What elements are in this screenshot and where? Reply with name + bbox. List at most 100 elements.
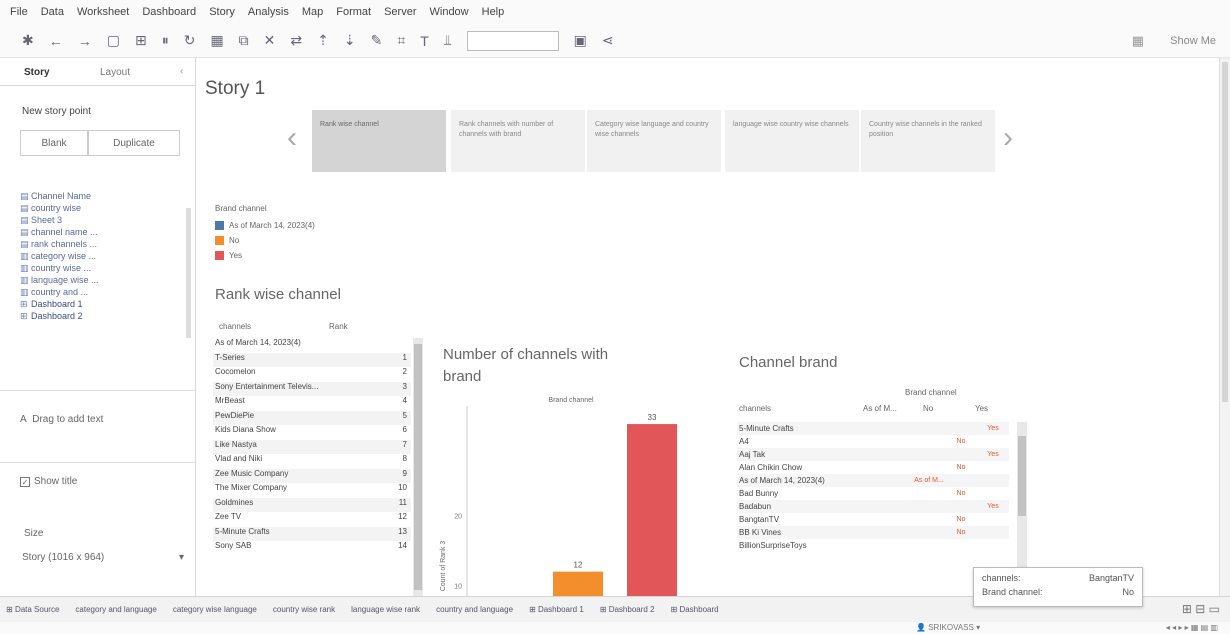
fix-axes-icon[interactable]: ⫫ <box>444 32 452 49</box>
sheet-tab[interactable]: category wise language <box>173 605 257 614</box>
new-sheet-tab-icons[interactable]: ⊞ ⊟ ▭ <box>1182 602 1220 616</box>
present-icon[interactable]: ▣ <box>574 32 587 49</box>
user-account[interactable]: 👤 SRIKOVASS ▾ <box>916 623 980 632</box>
showme-button[interactable]: Show Me <box>1170 35 1216 47</box>
sheet-item[interactable]: ⊞ Dashboard 1 <box>20 298 192 310</box>
size-select[interactable]: Story (1016 x 964) ▾ <box>22 552 184 568</box>
drag-to-add-text[interactable]: A Drag to add text <box>20 414 103 425</box>
canvas-scrollbar[interactable] <box>1219 58 1230 596</box>
group-icon[interactable]: ⌗ <box>397 32 405 49</box>
sheet-item[interactable]: ▤ rank channels ... <box>20 238 192 250</box>
sheet-tab[interactable]: language wise rank <box>351 605 420 614</box>
sheet-item[interactable]: ▤ country wise <box>20 202 192 214</box>
undo-icon[interactable]: ← <box>49 33 63 49</box>
table-row[interactable]: Kids Diana Show 6 <box>213 425 411 440</box>
table-row[interactable]: MrBeast 4 <box>213 396 411 411</box>
sheet-tab[interactable]: ⊞ Dashboard <box>671 605 719 614</box>
labels-icon[interactable]: T <box>420 33 429 49</box>
brand-col-no[interactable]: No <box>923 404 933 413</box>
sheet-item[interactable]: ▤ Channel Name <box>20 190 192 202</box>
story-point-1[interactable]: Rank wise channel <box>312 110 446 172</box>
table-row[interactable]: Sony Entertainment Televis... 3 <box>213 381 411 396</box>
story-point-3[interactable]: Category wise language and country wise … <box>587 110 721 172</box>
table-row[interactable]: As of March 14, 2023(4) As of M... <box>737 474 1009 487</box>
sheet-item[interactable]: ▥ language wise ... <box>20 274 192 286</box>
save-icon[interactable]: ▢ <box>107 32 120 49</box>
table-row[interactable]: Aaj Tak Yes <box>737 448 1009 461</box>
fit-dropdown[interactable] <box>466 30 559 51</box>
legend-item[interactable]: Yes <box>215 248 315 263</box>
sheet-item[interactable]: ▥ country and ... <box>20 286 192 298</box>
story-title[interactable]: Story 1 <box>205 78 265 100</box>
show-title-checkbox[interactable]: ✓ Show title <box>20 476 77 487</box>
menu-item-window[interactable]: Window <box>430 6 469 18</box>
sheet-tab[interactable]: ⊞ Dashboard 2 <box>600 605 655 614</box>
duplicate-button[interactable]: Duplicate <box>88 130 180 156</box>
sheet-navigation[interactable]: ◂ ◂ ▸ ▸ ▦ ▤ ▥ <box>1166 623 1218 632</box>
add-data-icon[interactable]: ⊞ <box>135 32 147 49</box>
bar-yes[interactable] <box>627 424 677 596</box>
table-row[interactable]: Zee TV 12 <box>213 512 411 527</box>
tab-story[interactable]: Story <box>24 67 50 78</box>
table-row[interactable]: Zee Music Company 9 <box>213 468 411 483</box>
table-row[interactable]: The Mixer Company 10 <box>213 483 411 498</box>
menu-item-dashboard[interactable]: Dashboard <box>142 6 196 18</box>
highlight-icon[interactable]: ✎ <box>371 32 383 49</box>
new-sheet-icon[interactable]: ▦ <box>210 32 223 49</box>
table-row[interactable]: 5-Minute Crafts Yes <box>737 422 1009 435</box>
table-row[interactable]: Bad Bunny No <box>737 487 1009 500</box>
next-story-point-icon[interactable]: › <box>1003 121 1013 155</box>
menu-item-format[interactable]: Format <box>336 6 371 18</box>
table-row[interactable]: Like Nastya 7 <box>213 439 411 454</box>
brand-col-as-of[interactable]: As of M... <box>863 404 897 413</box>
table-row[interactable]: BB Ki Vines No <box>737 526 1009 539</box>
sheet-item[interactable]: ⊞ Dashboard 2 <box>20 310 192 322</box>
share-icon[interactable]: ⋖ <box>602 32 614 49</box>
table-row[interactable]: Badabun Yes <box>737 500 1009 513</box>
sheet-item[interactable]: ▥ category wise ... <box>20 250 192 262</box>
rank-list-scrollbar[interactable] <box>413 338 423 596</box>
legend-item[interactable]: No <box>215 233 315 248</box>
duplicate-icon[interactable]: ⧉ <box>239 32 249 49</box>
table-row[interactable]: As of March 14, 2023(4) <box>213 338 411 353</box>
menu-item-data[interactable]: Data <box>41 6 64 18</box>
table-row[interactable]: Alan Chikin Chow No <box>737 461 1009 474</box>
menu-item-worksheet[interactable]: Worksheet <box>77 6 129 18</box>
table-row[interactable]: BillionSurpriseToys <box>737 539 1009 552</box>
close-icon[interactable]: ‹ <box>180 66 183 77</box>
table-row[interactable]: T-Series 1 <box>213 352 411 367</box>
sheet-tab[interactable]: ⊞ Data Source <box>6 605 59 614</box>
sheet-tab[interactable]: category and language <box>75 605 156 614</box>
table-row[interactable]: BangtanTV No <box>737 513 1009 526</box>
sheet-tab[interactable]: country wise rank <box>273 605 335 614</box>
sort-ascending-icon[interactable]: ⇡ <box>317 32 329 49</box>
menu-item-file[interactable]: File <box>10 6 28 18</box>
blank-button[interactable]: Blank <box>20 130 88 156</box>
menu-item-analysis[interactable]: Analysis <box>248 6 289 18</box>
story-point-4[interactable]: language wise country wise channels <box>725 110 859 172</box>
story-point-5[interactable]: Country wise channels in the ranked posi… <box>861 110 995 172</box>
rank-col-channels[interactable]: channels <box>219 322 251 331</box>
rank-col-rank[interactable]: Rank <box>329 322 348 331</box>
story-point-2[interactable]: Rank channels with number of channels wi… <box>451 110 585 172</box>
legend-item[interactable]: As of March 14, 2023(4) <box>215 218 315 233</box>
brand-col-channels[interactable]: channels <box>739 404 771 413</box>
sheet-list-scrollbar[interactable] <box>186 208 191 338</box>
menu-item-map[interactable]: Map <box>302 6 323 18</box>
table-row[interactable]: Cocomelon 2 <box>213 367 411 382</box>
table-row[interactable]: Sony SAB 14 <box>213 541 411 556</box>
menu-item-help[interactable]: Help <box>482 6 505 18</box>
sheet-item[interactable]: ▥ country wise ... <box>20 262 192 274</box>
sheet-tab[interactable]: ⊞ Dashboard 1 <box>529 605 584 614</box>
tab-layout[interactable]: Layout <box>100 67 130 78</box>
clear-icon[interactable]: ✕ <box>264 32 276 49</box>
pause-icon[interactable]: ⏸ <box>162 32 169 49</box>
canvas-scroll-thumb[interactable] <box>1222 62 1228 402</box>
swap-icon[interactable]: ⇄ <box>290 32 302 49</box>
table-row[interactable]: PewDiePie 5 <box>213 410 411 425</box>
table-row[interactable]: A4 No <box>737 435 1009 448</box>
checkbox-checked-icon[interactable]: ✓ <box>20 476 30 487</box>
table-row[interactable]: Vlad and Niki 8 <box>213 454 411 469</box>
tableau-home-icon[interactable]: ✱ <box>22 32 34 49</box>
showme-icon[interactable]: ▦ <box>1132 33 1144 49</box>
